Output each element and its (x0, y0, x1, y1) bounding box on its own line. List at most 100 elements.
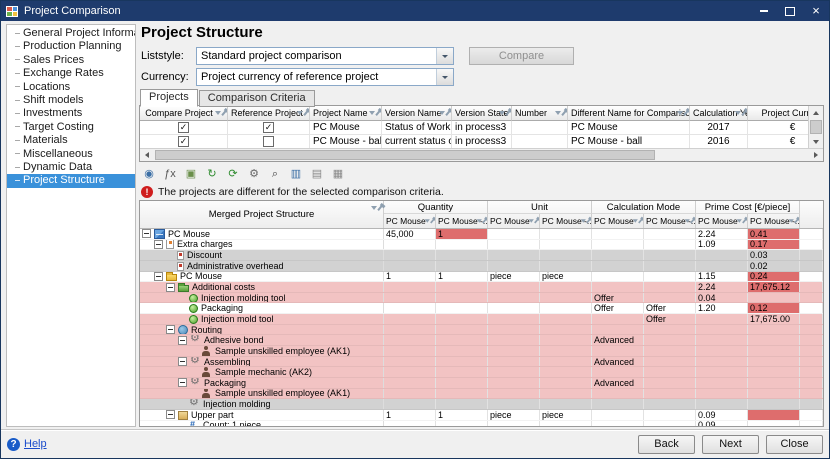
help-link[interactable]: Help (24, 438, 47, 450)
column-header-version-state[interactable]: Version State (452, 106, 512, 121)
tree-row[interactable]: PackagingOfferOffer1.200.12 (140, 303, 823, 314)
sidebar-item-locations[interactable]: Locations (7, 81, 135, 94)
export-icon[interactable]: ▤ (308, 165, 326, 183)
tree-row[interactable]: Extra charges1.090.17 (140, 240, 823, 251)
tree-row[interactable]: Routing (140, 325, 823, 336)
group-header-unit[interactable]: Unit (488, 201, 592, 214)
scroll-up-arrow[interactable] (809, 106, 823, 119)
expander-icon[interactable] (166, 410, 175, 419)
pin-icon[interactable] (303, 110, 308, 116)
projects-table-hscrollbar[interactable] (140, 148, 823, 161)
tree-structure-header[interactable]: Merged Project Structure (140, 201, 384, 228)
next-button[interactable]: Next (702, 435, 759, 454)
tree-row[interactable]: Sample unskilled employee (AK1) (140, 389, 823, 400)
pin-icon[interactable] (534, 219, 539, 224)
tree-row[interactable]: Injection mold toolOffer17,675.00 (140, 314, 823, 325)
pin-icon[interactable] (445, 110, 450, 116)
tree-row[interactable]: PackagingAdvanced (140, 378, 823, 389)
reference-project-checkbox[interactable] (263, 122, 274, 133)
sidebar-item-exchange-rates[interactable]: Exchange Rates (7, 67, 135, 80)
pin-icon[interactable] (741, 110, 746, 116)
sidebar-item-dynamic-data[interactable]: Dynamic Data (7, 161, 135, 174)
subheader-pc-mouse-3[interactable]: PC Mouse -... (540, 214, 592, 228)
tree-row[interactable]: Sample mechanic (AK2) (140, 367, 823, 378)
refresh-all-icon[interactable]: ⟳ (224, 165, 242, 183)
pin-icon[interactable] (482, 219, 487, 224)
sidebar-item-materials[interactable]: Materials (7, 134, 135, 147)
scroll-down-arrow[interactable] (809, 135, 823, 148)
column-header-calculation-year[interactable]: Calculation Year (690, 106, 748, 121)
help-icon[interactable]: ? (7, 438, 20, 451)
pin-icon[interactable] (638, 219, 643, 224)
pin-icon[interactable] (377, 205, 382, 211)
sidebar-item-target-costing[interactable]: Target Costing (7, 121, 135, 134)
sidebar-item-miscellaneous[interactable]: Miscellaneous (7, 148, 135, 161)
maximize-button[interactable] (777, 1, 803, 21)
vscroll-thumb[interactable] (810, 120, 822, 134)
tab-projects[interactable]: Projects (140, 89, 198, 107)
projects-table-vscrollbar[interactable] (808, 106, 823, 148)
column-header-reference-project[interactable]: Reference Project (228, 106, 310, 121)
column-header-compare-project[interactable]: Compare Project (140, 106, 228, 121)
group-header-quantity[interactable]: Quantity (384, 201, 488, 214)
tree-row[interactable]: Count: 1 piece0.09 (140, 421, 823, 426)
column-header-version-name[interactable]: Version Name (382, 106, 452, 121)
scroll-right-arrow[interactable] (809, 149, 823, 161)
tree-row[interactable]: Discount0.03 (140, 250, 823, 261)
chart-icon[interactable]: ▥ (287, 165, 305, 183)
chevron-down-icon[interactable] (436, 69, 453, 85)
pin-icon[interactable] (742, 219, 747, 224)
group-header-prime-cost-piece[interactable]: Prime Cost [€/piece] (696, 201, 800, 214)
refresh-icon[interactable]: ↻ (203, 165, 221, 183)
subheader-pc-mouse-0[interactable]: PC Mouse (384, 214, 436, 228)
pin-icon[interactable] (430, 219, 435, 224)
tree-row[interactable]: PC Mouse45,00012.240.41 (140, 229, 823, 240)
expander-icon[interactable] (154, 240, 163, 249)
minimize-button[interactable] (751, 1, 777, 21)
liststyle-select[interactable]: Standard project comparison (196, 47, 454, 65)
sidebar-item-investments[interactable]: Investments (7, 107, 135, 120)
sidebar-item-sales-prices[interactable]: Sales Prices (7, 54, 135, 67)
sidebar-item-shift-models[interactable]: Shift models (7, 94, 135, 107)
expander-icon[interactable] (154, 272, 163, 281)
pin-icon[interactable] (690, 219, 695, 224)
close-button[interactable]: Close (766, 435, 823, 454)
pin-icon[interactable] (586, 219, 591, 224)
projects-table-row[interactable]: PC MouseStatus of Workin process3PC Mous… (140, 121, 808, 135)
back-button[interactable]: Back (638, 435, 695, 454)
sidebar-item-project-structure[interactable]: Project Structure (7, 174, 135, 187)
settings-icon[interactable]: ⚙ (245, 165, 263, 183)
compare-project-checkbox[interactable] (178, 122, 189, 133)
tree-row[interactable]: PC Mouse11piecepiece1.150.24 (140, 272, 823, 283)
currency-select[interactable]: Project currency of reference project (196, 68, 454, 86)
tree-row[interactable]: Injection molding (140, 399, 823, 410)
pin-icon[interactable] (221, 110, 226, 116)
pin-icon[interactable] (561, 110, 566, 116)
tab-comparison-criteria[interactable]: Comparison Criteria (199, 90, 315, 107)
group-header-calculation-mode[interactable]: Calculation Mode (592, 201, 696, 214)
pin-icon[interactable] (683, 110, 688, 116)
subheader-pc-mouse-4[interactable]: PC Mouse (592, 214, 644, 228)
tree-row[interactable]: Upper part11piecepiece0.09 (140, 410, 823, 421)
column-header-number[interactable]: Number (512, 106, 568, 121)
expander-icon[interactable] (166, 283, 175, 292)
hscroll-thumb[interactable] (155, 150, 655, 160)
close-icon[interactable] (803, 1, 829, 21)
compare-button[interactable]: Compare (469, 47, 574, 65)
reference-project-checkbox[interactable] (263, 136, 274, 147)
expander-icon[interactable] (178, 378, 187, 387)
column-header-project-curre[interactable]: Project Curre (748, 106, 808, 121)
formula-icon[interactable]: ƒx (161, 165, 179, 183)
scroll-left-arrow[interactable] (140, 149, 154, 161)
tree-row[interactable]: Administrative overhead0.02 (140, 261, 823, 272)
subheader-pc-mouse-7[interactable]: PC Mouse -... (748, 214, 800, 228)
column-header-different-name-for-comparison[interactable]: Different Name for Comparison (568, 106, 690, 121)
expander-icon[interactable] (178, 357, 187, 366)
chevron-down-icon[interactable] (436, 48, 453, 64)
tree-row[interactable]: AssemblingAdvanced (140, 357, 823, 368)
compare-project-checkbox[interactable] (178, 136, 189, 147)
view-icon[interactable]: ◉ (140, 165, 158, 183)
tree-row[interactable]: Sample unskilled employee (AK1) (140, 346, 823, 357)
image-icon[interactable]: ▣ (182, 165, 200, 183)
sidebar-item-production-planning[interactable]: Production Planning (7, 40, 135, 53)
